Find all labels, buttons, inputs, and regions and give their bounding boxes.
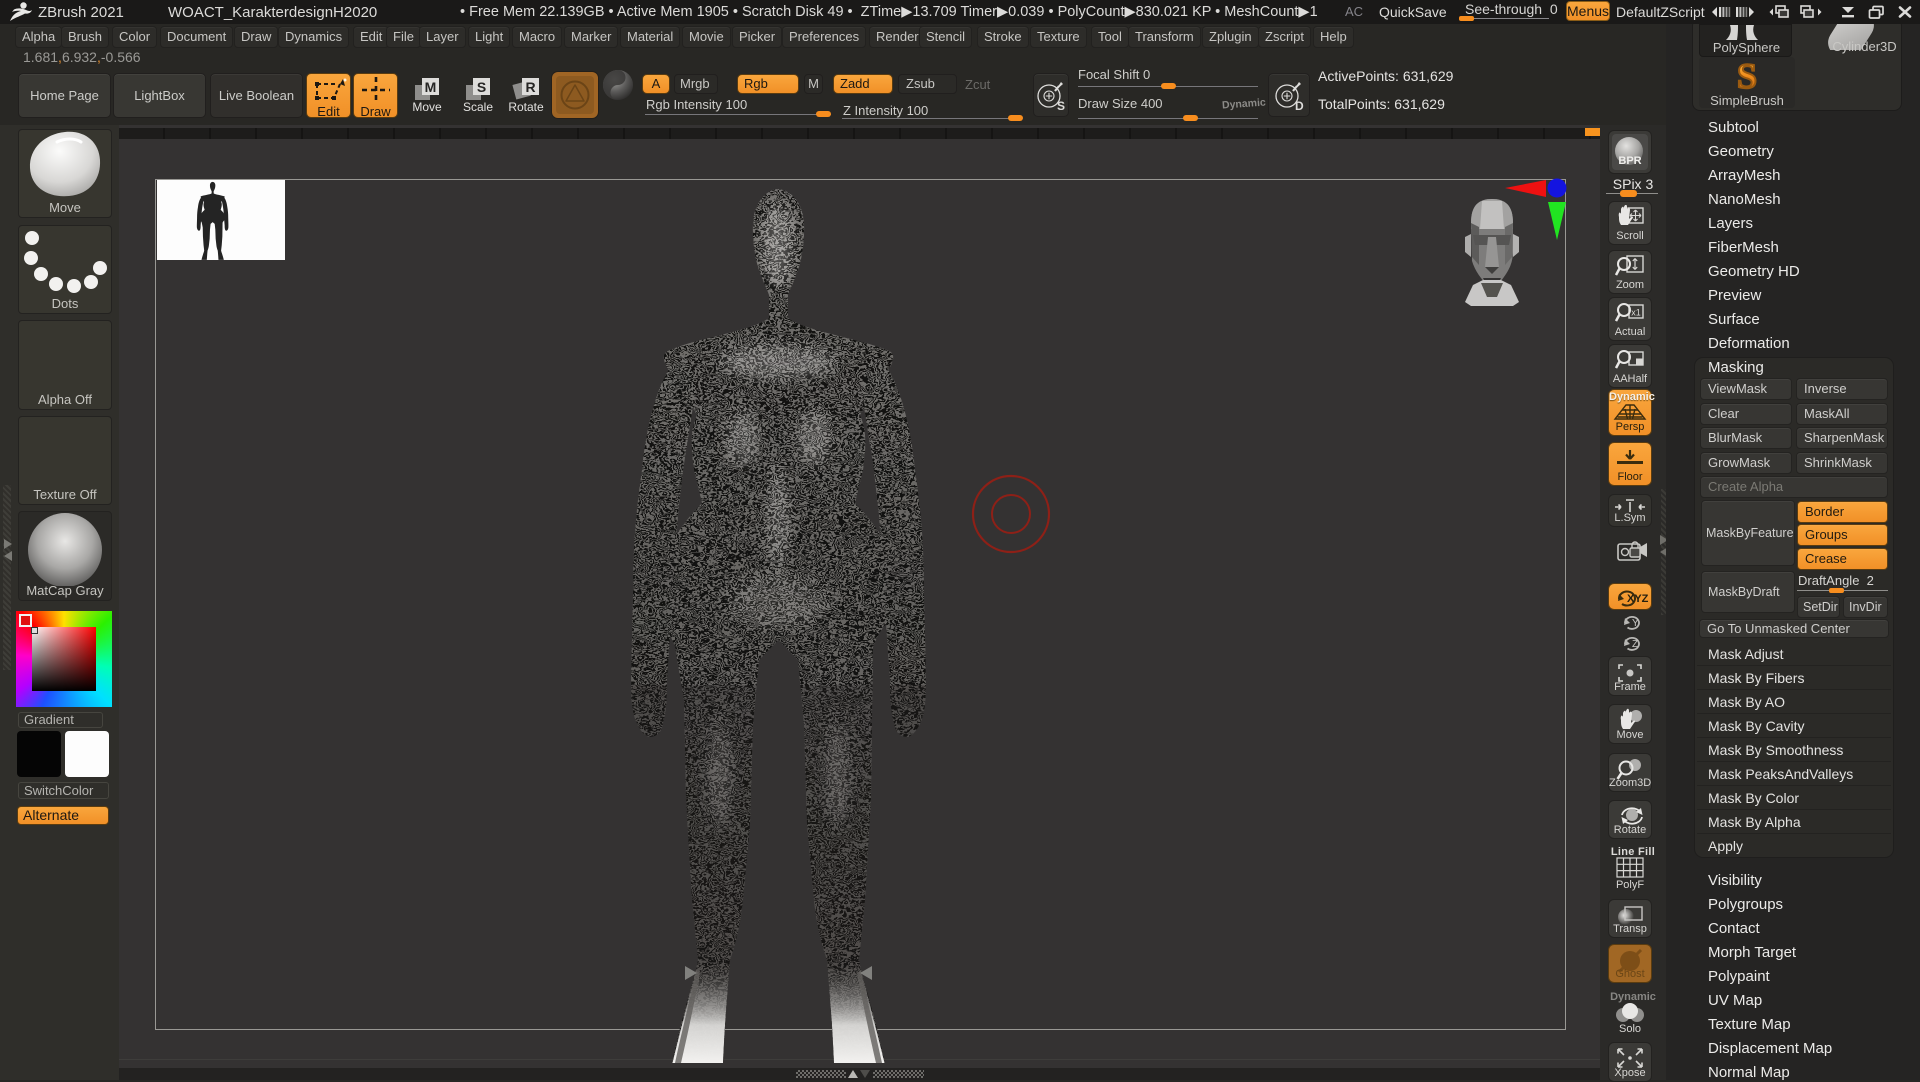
- svg-text:BPR: BPR: [1618, 155, 1641, 167]
- svg-text:Z: Z: [1632, 639, 1638, 650]
- svg-text:R: R: [525, 79, 535, 95]
- svg-text:Y: Y: [1632, 618, 1639, 629]
- svg-text:XYZ: XYZ: [1627, 593, 1649, 605]
- svg-text:x1: x1: [1631, 308, 1641, 318]
- svg-text:S: S: [477, 79, 486, 95]
- svg-text:S: S: [1057, 99, 1065, 113]
- svg-text:S: S: [1737, 58, 1757, 92]
- svg-text:D: D: [1295, 99, 1304, 113]
- svg-text:M: M: [425, 79, 437, 95]
